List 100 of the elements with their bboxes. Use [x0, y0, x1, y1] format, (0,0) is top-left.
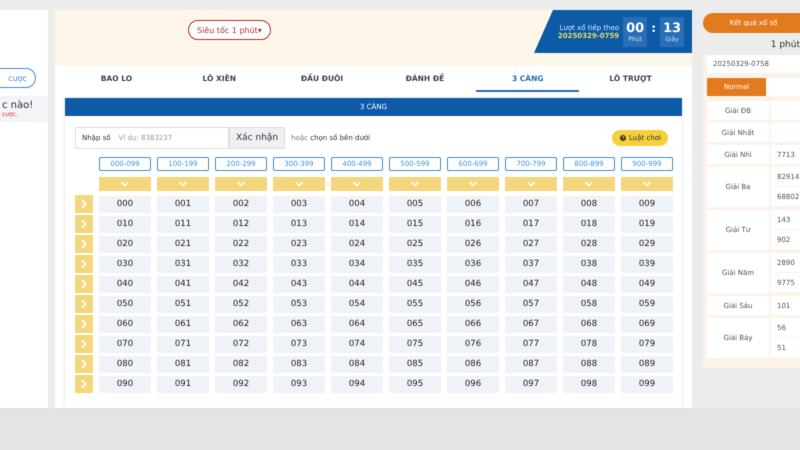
chevron-down-icon[interactable]	[99, 177, 151, 191]
chevron-down-icon[interactable]	[215, 177, 267, 191]
chevron-right-icon[interactable]	[75, 315, 93, 333]
number-option[interactable]: 098	[563, 376, 615, 392]
number-option[interactable]: 058	[563, 296, 615, 312]
number-option[interactable]: 051	[157, 296, 209, 312]
number-option[interactable]: 048	[563, 276, 615, 292]
number-option[interactable]: 012	[215, 216, 267, 232]
number-option[interactable]: 052	[215, 296, 267, 312]
number-option[interactable]: 081	[157, 356, 209, 372]
number-option[interactable]: 046	[447, 276, 499, 292]
number-option[interactable]: 077	[505, 336, 557, 352]
number-option[interactable]: 000	[99, 196, 151, 212]
chevron-down-icon[interactable]	[273, 177, 325, 191]
number-option[interactable]: 040	[99, 276, 151, 292]
number-option[interactable]: 032	[215, 256, 267, 272]
number-option[interactable]: 076	[447, 336, 499, 352]
number-option[interactable]: 002	[215, 196, 267, 212]
number-option[interactable]: 099	[621, 376, 673, 392]
number-option[interactable]: 065	[389, 316, 441, 332]
number-option[interactable]: 022	[215, 236, 267, 252]
number-option[interactable]: 024	[331, 236, 383, 252]
number-option[interactable]: 090	[99, 376, 151, 392]
number-option[interactable]: 018	[563, 216, 615, 232]
number-option[interactable]: 060	[99, 316, 151, 332]
number-option[interactable]: 073	[273, 336, 325, 352]
number-option[interactable]: 087	[505, 356, 557, 372]
number-option[interactable]: 067	[505, 316, 557, 332]
number-option[interactable]: 021	[157, 236, 209, 252]
number-option[interactable]: 094	[331, 376, 383, 392]
number-option[interactable]: 095	[389, 376, 441, 392]
number-option[interactable]: 026	[447, 236, 499, 252]
chevron-right-icon[interactable]	[75, 335, 93, 353]
number-option[interactable]: 050	[99, 296, 151, 312]
number-option[interactable]: 083	[273, 356, 325, 372]
number-option[interactable]: 015	[389, 216, 441, 232]
number-option[interactable]: 093	[273, 376, 325, 392]
number-option[interactable]: 088	[563, 356, 615, 372]
number-option[interactable]: 092	[215, 376, 267, 392]
number-option[interactable]: 017	[505, 216, 557, 232]
number-option[interactable]: 075	[389, 336, 441, 352]
number-option[interactable]: 011	[157, 216, 209, 232]
mode-toggle[interactable]	[766, 78, 800, 96]
number-option[interactable]: 064	[331, 316, 383, 332]
number-option[interactable]: 027	[505, 236, 557, 252]
number-option[interactable]: 057	[505, 296, 557, 312]
number-option[interactable]: 007	[505, 196, 557, 212]
chevron-down-icon[interactable]	[505, 177, 557, 191]
chevron-right-icon[interactable]	[75, 295, 93, 313]
number-option[interactable]: 009	[621, 196, 673, 212]
number-option[interactable]: 005	[389, 196, 441, 212]
chevron-right-icon[interactable]	[75, 195, 93, 213]
game-dropdown[interactable]: Siêu tốc 1 phút▾	[188, 20, 271, 40]
number-option[interactable]: 020	[99, 236, 151, 252]
chevron-down-icon[interactable]	[621, 177, 673, 191]
number-option[interactable]: 033	[273, 256, 325, 272]
number-option[interactable]: 079	[621, 336, 673, 352]
number-option[interactable]: 078	[563, 336, 615, 352]
number-option[interactable]: 049	[621, 276, 673, 292]
number-option[interactable]: 029	[621, 236, 673, 252]
number-option[interactable]: 056	[447, 296, 499, 312]
number-option[interactable]: 003	[273, 196, 325, 212]
number-option[interactable]: 004	[331, 196, 383, 212]
number-option[interactable]: 089	[621, 356, 673, 372]
number-option[interactable]: 066	[447, 316, 499, 332]
number-option[interactable]: 086	[447, 356, 499, 372]
number-option[interactable]: 063	[273, 316, 325, 332]
chevron-right-icon[interactable]	[75, 215, 93, 233]
number-option[interactable]: 019	[621, 216, 673, 232]
chevron-right-icon[interactable]	[75, 355, 93, 373]
chevron-right-icon[interactable]	[75, 275, 93, 293]
number-option[interactable]: 006	[447, 196, 499, 212]
chevron-down-icon[interactable]	[331, 177, 383, 191]
number-option[interactable]: 001	[157, 196, 209, 212]
number-option[interactable]: 082	[215, 356, 267, 372]
number-option[interactable]: 014	[331, 216, 383, 232]
number-option[interactable]: 042	[215, 276, 267, 292]
number-option[interactable]: 038	[563, 256, 615, 272]
number-option[interactable]: 059	[621, 296, 673, 312]
number-option[interactable]: 053	[273, 296, 325, 312]
number-option[interactable]: 097	[505, 376, 557, 392]
chevron-right-icon[interactable]	[75, 375, 93, 393]
number-option[interactable]: 069	[621, 316, 673, 332]
number-option[interactable]: 085	[389, 356, 441, 372]
number-option[interactable]: 068	[563, 316, 615, 332]
chevron-right-icon[interactable]	[75, 235, 93, 253]
number-option[interactable]: 080	[99, 356, 151, 372]
number-option[interactable]: 039	[621, 256, 673, 272]
number-option[interactable]: 035	[389, 256, 441, 272]
number-option[interactable]: 028	[563, 236, 615, 252]
confirm-button[interactable]: Xác nhận	[229, 127, 286, 149]
chevron-down-icon[interactable]	[563, 177, 615, 191]
number-option[interactable]: 010	[99, 216, 151, 232]
number-option[interactable]: 037	[505, 256, 557, 272]
chevron-right-icon[interactable]	[75, 255, 93, 273]
number-option[interactable]: 034	[331, 256, 383, 272]
number-option[interactable]: 041	[157, 276, 209, 292]
number-option[interactable]: 044	[331, 276, 383, 292]
chevron-down-icon[interactable]	[447, 177, 499, 191]
number-option[interactable]: 074	[331, 336, 383, 352]
